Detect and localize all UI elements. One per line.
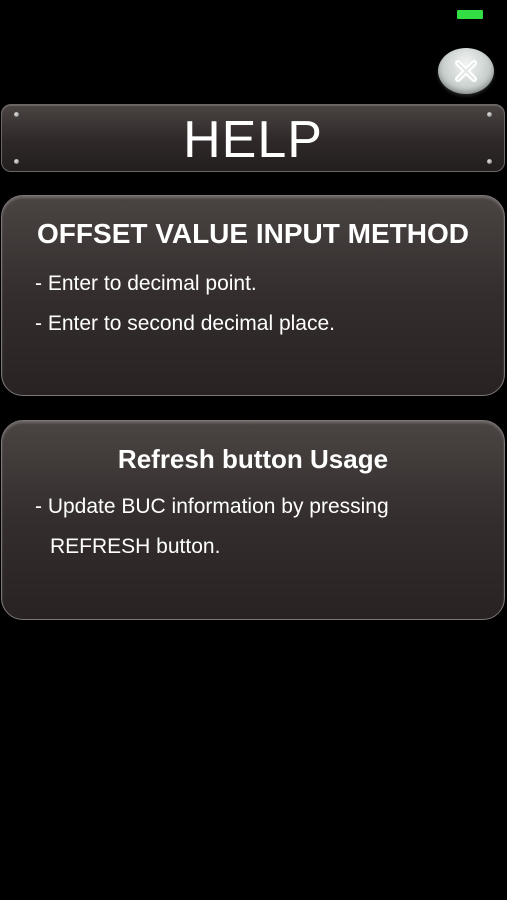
panel-heading: Refresh button Usage (117, 444, 389, 474)
refresh-usage-panel: Refresh button Usage - Update BUC inform… (1, 420, 505, 620)
panel-text-line: - Update BUC information by pressing (35, 495, 389, 518)
offset-input-method-panel: OFFSET VALUE INPUT METHOD - Enter to dec… (1, 195, 505, 396)
close-icon (455, 60, 477, 82)
close-button[interactable] (438, 48, 494, 94)
page-title: HELP (183, 111, 323, 169)
battery-indicator (457, 10, 483, 19)
panel-text-line: - Enter to second decimal place. (35, 312, 335, 335)
title-bar: HELP (1, 104, 505, 172)
panel-text-line: - Enter to decimal point. (35, 272, 257, 295)
panel-heading: OFFSET VALUE INPUT METHOD (37, 218, 469, 249)
panel-text-line: REFRESH button. (50, 535, 221, 558)
